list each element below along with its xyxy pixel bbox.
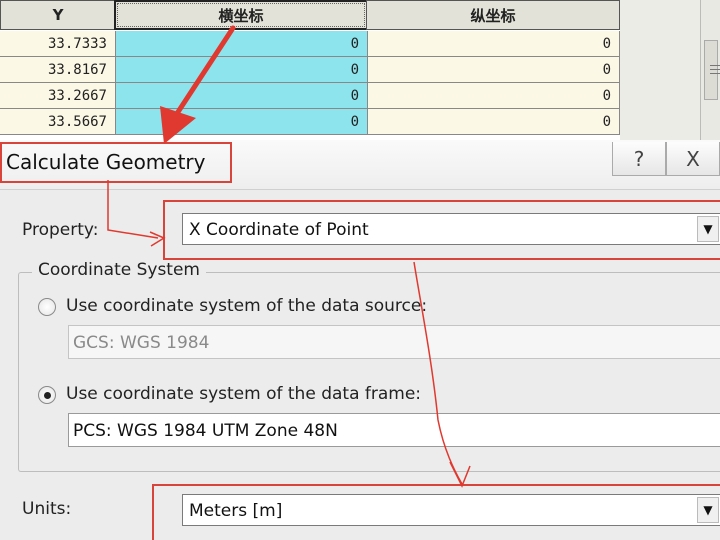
radio-data-source[interactable] (38, 298, 56, 316)
table-empty-area (620, 0, 700, 148)
units-label: Units: (22, 499, 72, 519)
property-annotation-box (163, 200, 720, 260)
scrollbar-thumb[interactable] (704, 40, 720, 100)
cell-y[interactable]: 33.8167 (0, 57, 116, 83)
source-coordinate-system-field: GCS: WGS 1984 (68, 325, 720, 359)
grip-line (710, 65, 720, 66)
cell-y[interactable]: 33.2667 (0, 83, 116, 109)
column-header-x-coordinate[interactable]: 横坐标 (114, 0, 368, 30)
cell-x-coordinate[interactable]: 0 (116, 83, 368, 109)
coordinate-system-legend: Coordinate System (32, 260, 206, 280)
table-row[interactable]: 33.2667 0 0 (0, 83, 620, 109)
cell-x-coordinate[interactable]: 0 (116, 57, 368, 83)
radio-data-frame-label[interactable]: Use coordinate system of the data frame: (66, 384, 421, 404)
units-annotation-box (152, 484, 720, 540)
calculate-geometry-dialog: Calculate Geometry ? X Property: X Coord… (0, 140, 720, 540)
dialog-title-bar[interactable]: Calculate Geometry ? X (0, 140, 720, 190)
cell-y-coordinate[interactable]: 0 (368, 109, 620, 135)
help-icon: ? (633, 146, 645, 171)
title-annotation-box (0, 142, 232, 183)
grip-line (710, 69, 720, 70)
grip-line (710, 73, 720, 74)
cell-y-coordinate[interactable]: 0 (368, 31, 620, 57)
cell-y-coordinate[interactable]: 0 (368, 57, 620, 83)
frame-coordinate-system-field: PCS: WGS 1984 UTM Zone 48N (68, 413, 720, 447)
close-button[interactable]: X (666, 142, 720, 176)
column-header-y[interactable]: Y (0, 0, 116, 30)
cell-y[interactable]: 33.7333 (0, 31, 116, 57)
radio-data-source-label[interactable]: Use coordinate system of the data source… (66, 296, 427, 316)
table-row[interactable]: 33.8167 0 0 (0, 57, 620, 83)
column-header-y-coordinate[interactable]: 纵坐标 (366, 0, 620, 30)
cell-x-coordinate[interactable]: 0 (116, 109, 368, 135)
attribute-table: Y 横坐标 纵坐标 33.7333 0 0 33.8167 0 0 33.266… (0, 0, 720, 148)
cell-y[interactable]: 33.5667 (0, 109, 116, 135)
vertical-scrollbar[interactable] (700, 0, 720, 148)
table-row[interactable]: 33.7333 0 0 (0, 31, 620, 57)
radio-data-frame[interactable] (38, 386, 56, 404)
close-icon: X (686, 146, 700, 171)
cell-y-coordinate[interactable]: 0 (368, 83, 620, 109)
cell-x-coordinate[interactable]: 0 (116, 31, 368, 57)
property-label: Property: (22, 220, 99, 240)
table-row[interactable]: 33.5667 0 0 (0, 109, 620, 135)
help-button[interactable]: ? (612, 142, 666, 176)
